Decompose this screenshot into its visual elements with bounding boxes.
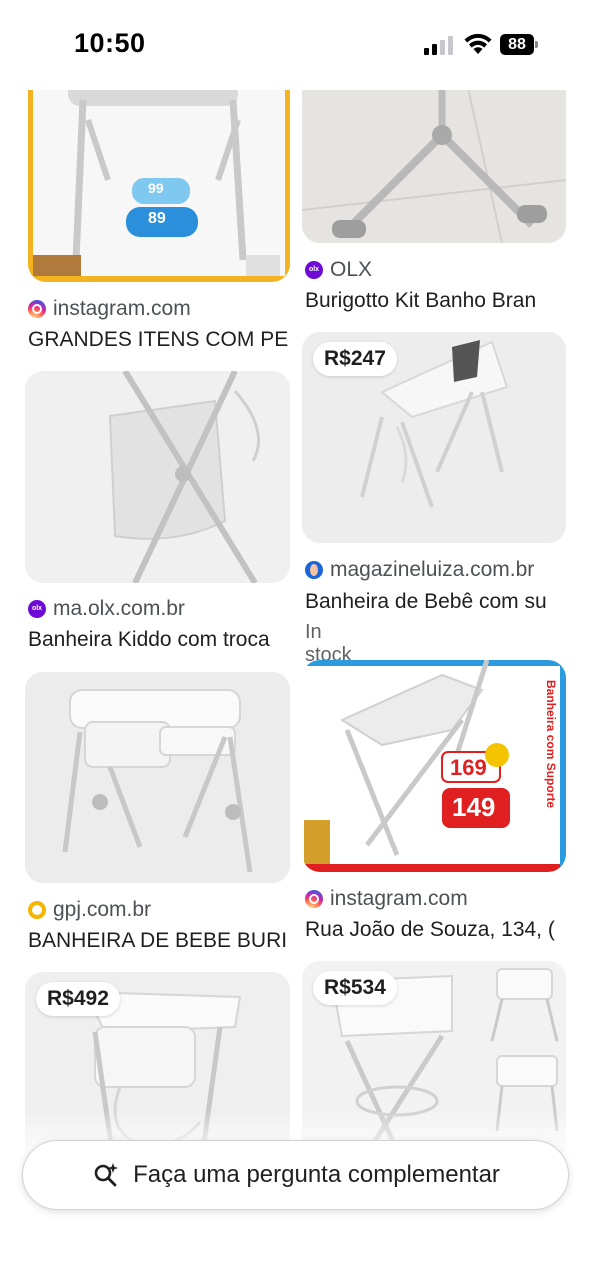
result-title[interactable]: Rua João de Souza, 134, ( [305,918,567,942]
battery-level: 88 [500,34,534,55]
battery-icon: 88 [500,34,538,55]
image-new-price: 149 [452,792,496,822]
magazineluiza-icon [305,561,323,579]
source-label: ma.olx.com.br [53,597,185,620]
source-label: magazineluiza.com.br [330,558,535,581]
wifi-icon [464,33,492,54]
result-source[interactable]: gpj.com.br [28,898,151,922]
cell-signal-icon [424,35,454,55]
result-source[interactable]: instagram.com [305,887,468,911]
result-title[interactable]: BANHEIRA DE BEBE BURI [28,929,290,953]
follow-up-question-button[interactable]: Faça uma pergunta complementar [22,1140,569,1210]
gpj-icon [28,901,46,919]
source-label: instagram.com [53,297,191,320]
price-badge: R$492 [36,982,120,1016]
status-time: 10:50 [74,28,146,58]
image-price-b: 89 [148,210,166,227]
source-label: instagram.com [330,887,468,910]
result-title[interactable]: Banheira Kiddo com troca [28,628,290,652]
price-badge: R$534 [313,971,397,1005]
result-source[interactable]: magazineluiza.com.br [305,558,534,582]
result-image[interactable]: 169 149 Banheira com Suporte [302,660,566,872]
instagram-icon [305,890,323,908]
result-image[interactable] [25,672,290,883]
result-title[interactable]: GRANDES ITENS COM PE [28,328,290,352]
result-title[interactable]: Burigotto Kit Banho Bran [305,289,567,313]
result-source[interactable]: olx OLX [305,258,372,282]
result-image[interactable] [25,371,290,583]
olx-icon: olx [28,600,46,618]
olx-icon: olx [305,261,323,279]
result-source[interactable]: olx ma.olx.com.br [28,597,185,621]
sparkle-search-icon [94,1163,119,1187]
image-old-price: 169 [450,755,487,780]
follow-up-label: Faça uma pergunta complementar [133,1161,500,1188]
instagram-icon [28,300,46,318]
result-title[interactable]: Banheira de Bebê com su [305,590,567,614]
price-badge: R$247 [313,342,397,376]
source-label: OLX [330,258,373,281]
result-image[interactable]: 99 89 [28,60,290,282]
source-label: gpj.com.br [53,898,152,921]
result-source[interactable]: instagram.com [28,297,191,321]
status-bar: 10:50 88 [0,0,590,90]
image-price-a: 99 [148,180,164,196]
image-vertical-text: Banheira com Suporte [544,680,558,809]
